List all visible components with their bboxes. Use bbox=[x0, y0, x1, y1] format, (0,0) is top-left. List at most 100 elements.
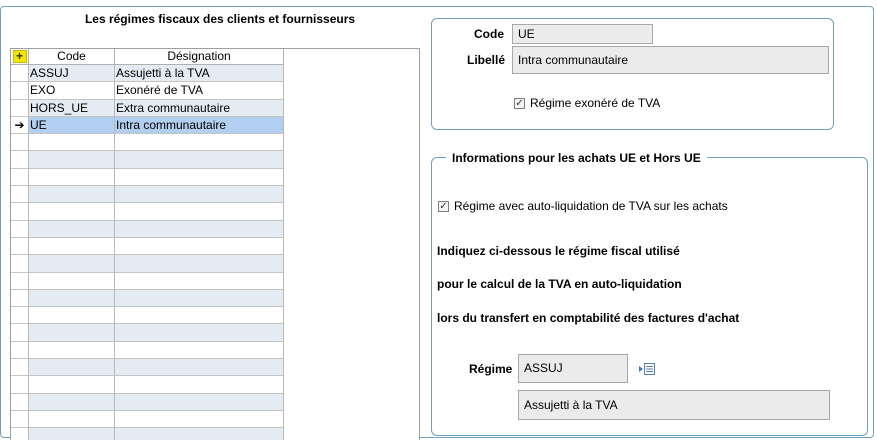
regime-designation-field[interactable]: Assujetti à la TVA bbox=[518, 390, 830, 420]
empty-cell[interactable] bbox=[115, 186, 284, 204]
table-row-selected[interactable]: ➔ UE Intra communautaire bbox=[11, 116, 284, 135]
table-row[interactable]: EXO Exonéré de TVA bbox=[11, 82, 284, 100]
empty-cell[interactable] bbox=[115, 134, 284, 152]
empty-cell[interactable] bbox=[11, 168, 29, 187]
empty-cell[interactable] bbox=[29, 324, 115, 342]
empty-cell[interactable] bbox=[11, 220, 29, 238]
empty-cell[interactable] bbox=[29, 393, 115, 411]
empty-cell[interactable] bbox=[11, 272, 29, 290]
cell-code[interactable]: UE bbox=[29, 116, 115, 135]
empty-cell[interactable] bbox=[29, 168, 115, 187]
empty-cell[interactable] bbox=[115, 359, 284, 377]
empty-cell[interactable] bbox=[11, 134, 29, 152]
empty-cell[interactable] bbox=[29, 237, 115, 256]
empty-cell[interactable] bbox=[11, 324, 29, 342]
table-row-empty[interactable] bbox=[11, 237, 284, 256]
empty-cell[interactable] bbox=[11, 428, 29, 440]
table-row-empty[interactable] bbox=[11, 307, 284, 325]
empty-cell[interactable] bbox=[11, 186, 29, 204]
column-header-designation[interactable]: Désignation bbox=[115, 49, 284, 65]
empty-cell[interactable] bbox=[115, 151, 284, 169]
empty-cell[interactable] bbox=[29, 428, 115, 440]
empty-cell[interactable] bbox=[11, 289, 29, 308]
table-row-empty[interactable] bbox=[11, 341, 284, 360]
empty-cell[interactable] bbox=[115, 324, 284, 342]
empty-cell[interactable] bbox=[115, 272, 284, 290]
empty-cell[interactable] bbox=[29, 410, 115, 429]
empty-cell[interactable] bbox=[115, 341, 284, 360]
cell-code[interactable]: ASSUJ bbox=[29, 65, 115, 83]
table-row-empty[interactable] bbox=[11, 324, 284, 342]
table-row-empty[interactable] bbox=[11, 134, 284, 152]
empty-cell[interactable] bbox=[11, 359, 29, 377]
empty-cell[interactable] bbox=[11, 341, 29, 360]
code-field[interactable]: UE bbox=[512, 24, 653, 44]
cell-designation[interactable]: Extra communautaire bbox=[115, 99, 284, 117]
lookup-list-icon[interactable] bbox=[638, 362, 656, 376]
empty-cell[interactable] bbox=[11, 203, 29, 221]
empty-cell[interactable] bbox=[11, 376, 29, 394]
table-row-empty[interactable] bbox=[11, 393, 284, 411]
empty-cell[interactable] bbox=[29, 255, 115, 273]
empty-cell[interactable] bbox=[29, 134, 115, 152]
checkmark-icon[interactable]: ✓ bbox=[438, 200, 449, 212]
empty-cell[interactable] bbox=[29, 341, 115, 360]
empty-cell[interactable] bbox=[11, 237, 29, 256]
tax-regime-grid[interactable]: + Code Désignation ASSUJ Assujetti à la … bbox=[10, 48, 420, 440]
empty-cell[interactable] bbox=[29, 220, 115, 238]
empty-cell[interactable] bbox=[11, 151, 29, 169]
libelle-field[interactable]: Intra communautaire bbox=[512, 46, 829, 74]
checkmark-icon[interactable]: ✓ bbox=[514, 97, 525, 109]
table-row-empty[interactable] bbox=[11, 168, 284, 187]
empty-cell[interactable] bbox=[11, 410, 29, 429]
cell-code[interactable]: EXO bbox=[29, 82, 115, 100]
empty-cell[interactable] bbox=[115, 168, 284, 187]
row-selector[interactable] bbox=[11, 82, 29, 100]
empty-cell[interactable] bbox=[115, 307, 284, 325]
table-row-empty[interactable] bbox=[11, 186, 284, 204]
empty-cell[interactable] bbox=[11, 307, 29, 325]
table-row-empty[interactable] bbox=[11, 151, 284, 169]
table-row-empty[interactable] bbox=[11, 220, 284, 238]
row-selector[interactable] bbox=[11, 99, 29, 117]
table-row-empty[interactable] bbox=[11, 428, 284, 440]
table-row-empty[interactable] bbox=[11, 255, 284, 273]
column-header-code[interactable]: Code bbox=[29, 49, 115, 65]
empty-cell[interactable] bbox=[29, 289, 115, 308]
empty-cell[interactable] bbox=[115, 410, 284, 429]
empty-cell[interactable] bbox=[29, 151, 115, 169]
empty-cell[interactable] bbox=[115, 393, 284, 411]
empty-cell[interactable] bbox=[115, 237, 284, 256]
table-row-empty[interactable] bbox=[11, 376, 284, 394]
empty-cell[interactable] bbox=[115, 289, 284, 308]
empty-cell[interactable] bbox=[115, 376, 284, 394]
empty-cell[interactable] bbox=[29, 186, 115, 204]
empty-cell[interactable] bbox=[115, 220, 284, 238]
exonere-checkbox[interactable]: ✓ Régime exonéré de TVA bbox=[514, 96, 660, 110]
cell-designation[interactable]: Assujetti à la TVA bbox=[115, 65, 284, 83]
autoliq-checkbox[interactable]: ✓ Régime avec auto-liquidation de TVA su… bbox=[438, 199, 728, 213]
cell-designation[interactable]: Intra communautaire bbox=[115, 116, 284, 135]
table-row-empty[interactable] bbox=[11, 410, 284, 429]
table-row-empty[interactable] bbox=[11, 203, 284, 221]
empty-cell[interactable] bbox=[115, 203, 284, 221]
cell-code[interactable]: HORS_UE bbox=[29, 99, 115, 117]
table-row[interactable]: HORS_UE Extra communautaire bbox=[11, 99, 284, 117]
table-row[interactable]: ASSUJ Assujetti à la TVA bbox=[11, 65, 284, 83]
empty-cell[interactable] bbox=[29, 376, 115, 394]
empty-cell[interactable] bbox=[29, 359, 115, 377]
table-row-empty[interactable] bbox=[11, 289, 284, 308]
row-selector[interactable] bbox=[11, 65, 29, 83]
regime-code-field[interactable]: ASSUJ bbox=[518, 354, 628, 383]
empty-cell[interactable] bbox=[11, 255, 29, 273]
empty-cell[interactable] bbox=[29, 272, 115, 290]
empty-cell[interactable] bbox=[11, 393, 29, 411]
table-row-empty[interactable] bbox=[11, 359, 284, 377]
add-row-icon[interactable]: + bbox=[12, 50, 27, 63]
table-row-empty[interactable] bbox=[11, 272, 284, 290]
cell-designation[interactable]: Exonéré de TVA bbox=[115, 82, 284, 100]
empty-cell[interactable] bbox=[115, 255, 284, 273]
empty-cell[interactable] bbox=[29, 307, 115, 325]
empty-cell[interactable] bbox=[29, 203, 115, 221]
empty-cell[interactable] bbox=[115, 428, 284, 440]
